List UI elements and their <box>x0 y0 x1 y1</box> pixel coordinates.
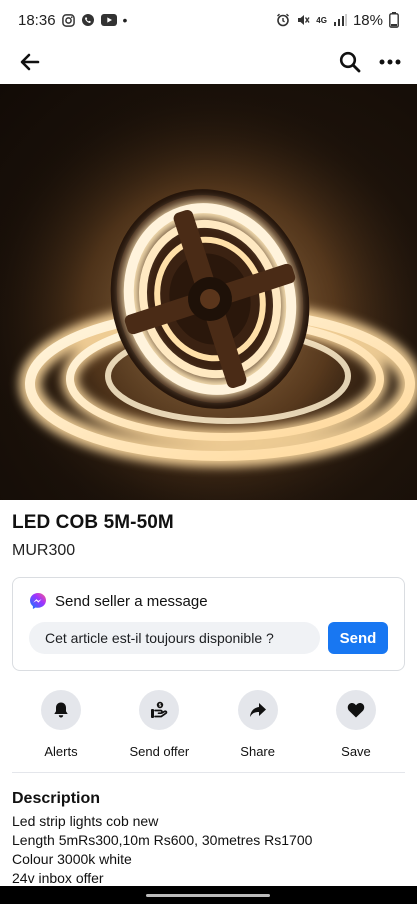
home-indicator[interactable] <box>146 894 270 897</box>
alerts-label: Alerts <box>44 744 78 759</box>
battery-icon <box>389 12 399 28</box>
share-icon <box>249 703 266 717</box>
listing-header: LED COB 5M-50M MUR300 <box>12 512 405 560</box>
description-line: Length 5mRs300,10m Rs600, 30metres Rs170… <box>12 832 313 848</box>
back-button[interactable] <box>16 48 44 76</box>
save-label: Save <box>341 744 371 759</box>
network-label: 4G <box>316 15 327 25</box>
description-line: Led strip lights cob new <box>12 813 159 829</box>
send-offer-circle: $ <box>139 690 180 730</box>
description-line: Colour 3000k white <box>12 851 132 867</box>
status-dot: • <box>122 12 128 28</box>
product-image[interactable] <box>0 84 417 500</box>
share-label: Share <box>240 744 275 759</box>
message-header: Send seller a message <box>29 592 388 610</box>
search-icon <box>339 51 361 73</box>
share-button[interactable]: Share <box>209 690 307 760</box>
system-nav-bar <box>0 886 417 904</box>
status-left: 18:36 • <box>18 12 127 29</box>
listing-title: LED COB 5M-50M <box>12 512 174 533</box>
send-offer-label: Send offer <box>129 744 190 759</box>
instagram-icon <box>61 13 75 27</box>
signal-icon <box>333 14 347 26</box>
arrow-left-icon <box>20 53 40 71</box>
alerts-circle <box>41 690 81 730</box>
top-nav <box>0 40 417 84</box>
status-time: 18:36 <box>18 11 56 29</box>
action-bar: Alerts $ Send offer Share Save <box>12 690 405 760</box>
more-horizontal-icon <box>379 59 401 65</box>
offer-icon: $ <box>151 701 168 718</box>
send-button[interactable]: Send <box>328 622 388 654</box>
status-bar: 18:36 • 4G 18% <box>0 0 417 40</box>
send-offer-button[interactable]: $ Send offer <box>110 690 208 760</box>
status-right: 4G 18% <box>276 12 399 29</box>
bell-icon <box>54 702 68 718</box>
description-heading: Description <box>12 790 101 807</box>
more-button[interactable] <box>379 59 401 65</box>
whatsapp-icon <box>81 13 95 27</box>
save-circle <box>335 690 376 730</box>
mute-icon <box>296 13 310 27</box>
messenger-icon <box>29 592 47 610</box>
search-button[interactable] <box>339 51 361 73</box>
listing-price: MUR300 <box>12 542 76 559</box>
save-button[interactable]: Save <box>307 690 405 760</box>
section-divider <box>12 772 405 773</box>
share-circle <box>237 690 278 730</box>
heart-icon <box>347 702 365 718</box>
alarm-icon <box>276 13 290 27</box>
youtube-icon <box>100 14 117 26</box>
led-strip-illustration <box>0 84 417 500</box>
alerts-button[interactable]: Alerts <box>12 690 110 760</box>
message-header-label: Send seller a message <box>55 592 208 610</box>
message-seller-card: Send seller a message Send <box>12 577 405 671</box>
description-section: Description Led strip lights cob new Len… <box>12 790 405 888</box>
nav-actions <box>339 51 401 73</box>
message-input[interactable] <box>29 622 320 654</box>
message-row: Send <box>29 622 388 654</box>
battery-percent: 18% <box>352 11 383 29</box>
